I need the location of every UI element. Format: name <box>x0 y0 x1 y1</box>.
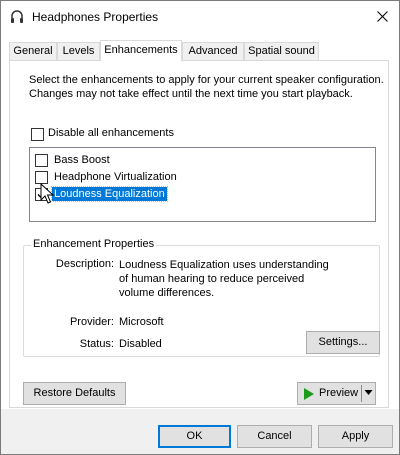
enhancements-description: Select the enhancements to apply for you… <box>29 74 384 100</box>
bass-boost-checkbox[interactable] <box>35 154 48 167</box>
preview-button[interactable]: Preview <box>297 382 376 405</box>
enhancements-panel: Select the enhancements to apply for you… <box>9 60 389 408</box>
tab-label: Spatial sound <box>248 45 315 57</box>
tab-label: General <box>13 45 53 57</box>
tab-general[interactable]: General <box>9 42 57 60</box>
title-bar[interactable]: Headphones Properties <box>1 1 399 33</box>
tab-label: Enhancements <box>104 44 178 56</box>
restore-defaults-button[interactable]: Restore Defaults <box>23 382 126 405</box>
apply-button[interactable]: Apply <box>318 425 393 448</box>
close-icon <box>377 11 388 22</box>
tab-label: Levels <box>62 45 95 57</box>
tab-spatial-sound[interactable]: Spatial sound <box>244 42 319 60</box>
disable-all-checkbox[interactable] <box>31 128 44 141</box>
dialog-footer: OK Cancel Apply <box>1 409 399 454</box>
tab-label: Advanced <box>188 45 238 57</box>
tab-enhancements[interactable]: Enhancements <box>100 40 182 61</box>
properties-window: Headphones Properties General Levels Enh… <box>0 0 400 455</box>
settings-button[interactable]: Settings... <box>306 331 380 354</box>
provider-label: Provider: <box>69 316 114 328</box>
play-icon <box>304 388 314 400</box>
tab-levels[interactable]: Levels <box>57 42 100 60</box>
cancel-button[interactable]: Cancel <box>237 425 312 448</box>
description-value: Loudness Equalization uses understanding… <box>119 259 329 299</box>
headphone-virtualization-label: Headphone Virtualization <box>54 171 177 183</box>
disable-all-label: Disable all enhancements <box>48 127 174 139</box>
group-title: Enhancement Properties <box>31 238 157 250</box>
chevron-down-icon[interactable] <box>364 387 373 399</box>
preview-label: Preview <box>319 387 359 399</box>
tab-advanced[interactable]: Advanced <box>182 42 244 60</box>
mouse-cursor-icon <box>40 183 54 204</box>
enhancements-list[interactable]: Bass Boost Headphone Virtualization Loud… <box>29 147 376 222</box>
close-button[interactable] <box>367 1 399 32</box>
provider-value: Microsoft <box>119 316 164 328</box>
window-title: Headphones Properties <box>32 10 159 24</box>
headphones-icon <box>10 9 24 25</box>
bass-boost-label: Bass Boost <box>54 154 110 166</box>
loudness-equalization-label: Loudness Equalization <box>51 186 168 202</box>
enhancement-properties-group: Enhancement Properties Description: Loud… <box>23 238 380 357</box>
disable-all-checkbox-row[interactable]: Disable all enhancements <box>31 127 174 141</box>
preview-divider <box>361 385 362 402</box>
ok-button[interactable]: OK <box>158 425 231 448</box>
status-value: Disabled <box>119 338 162 350</box>
description-label: Description: <box>55 258 114 270</box>
status-label: Status: <box>79 338 114 350</box>
